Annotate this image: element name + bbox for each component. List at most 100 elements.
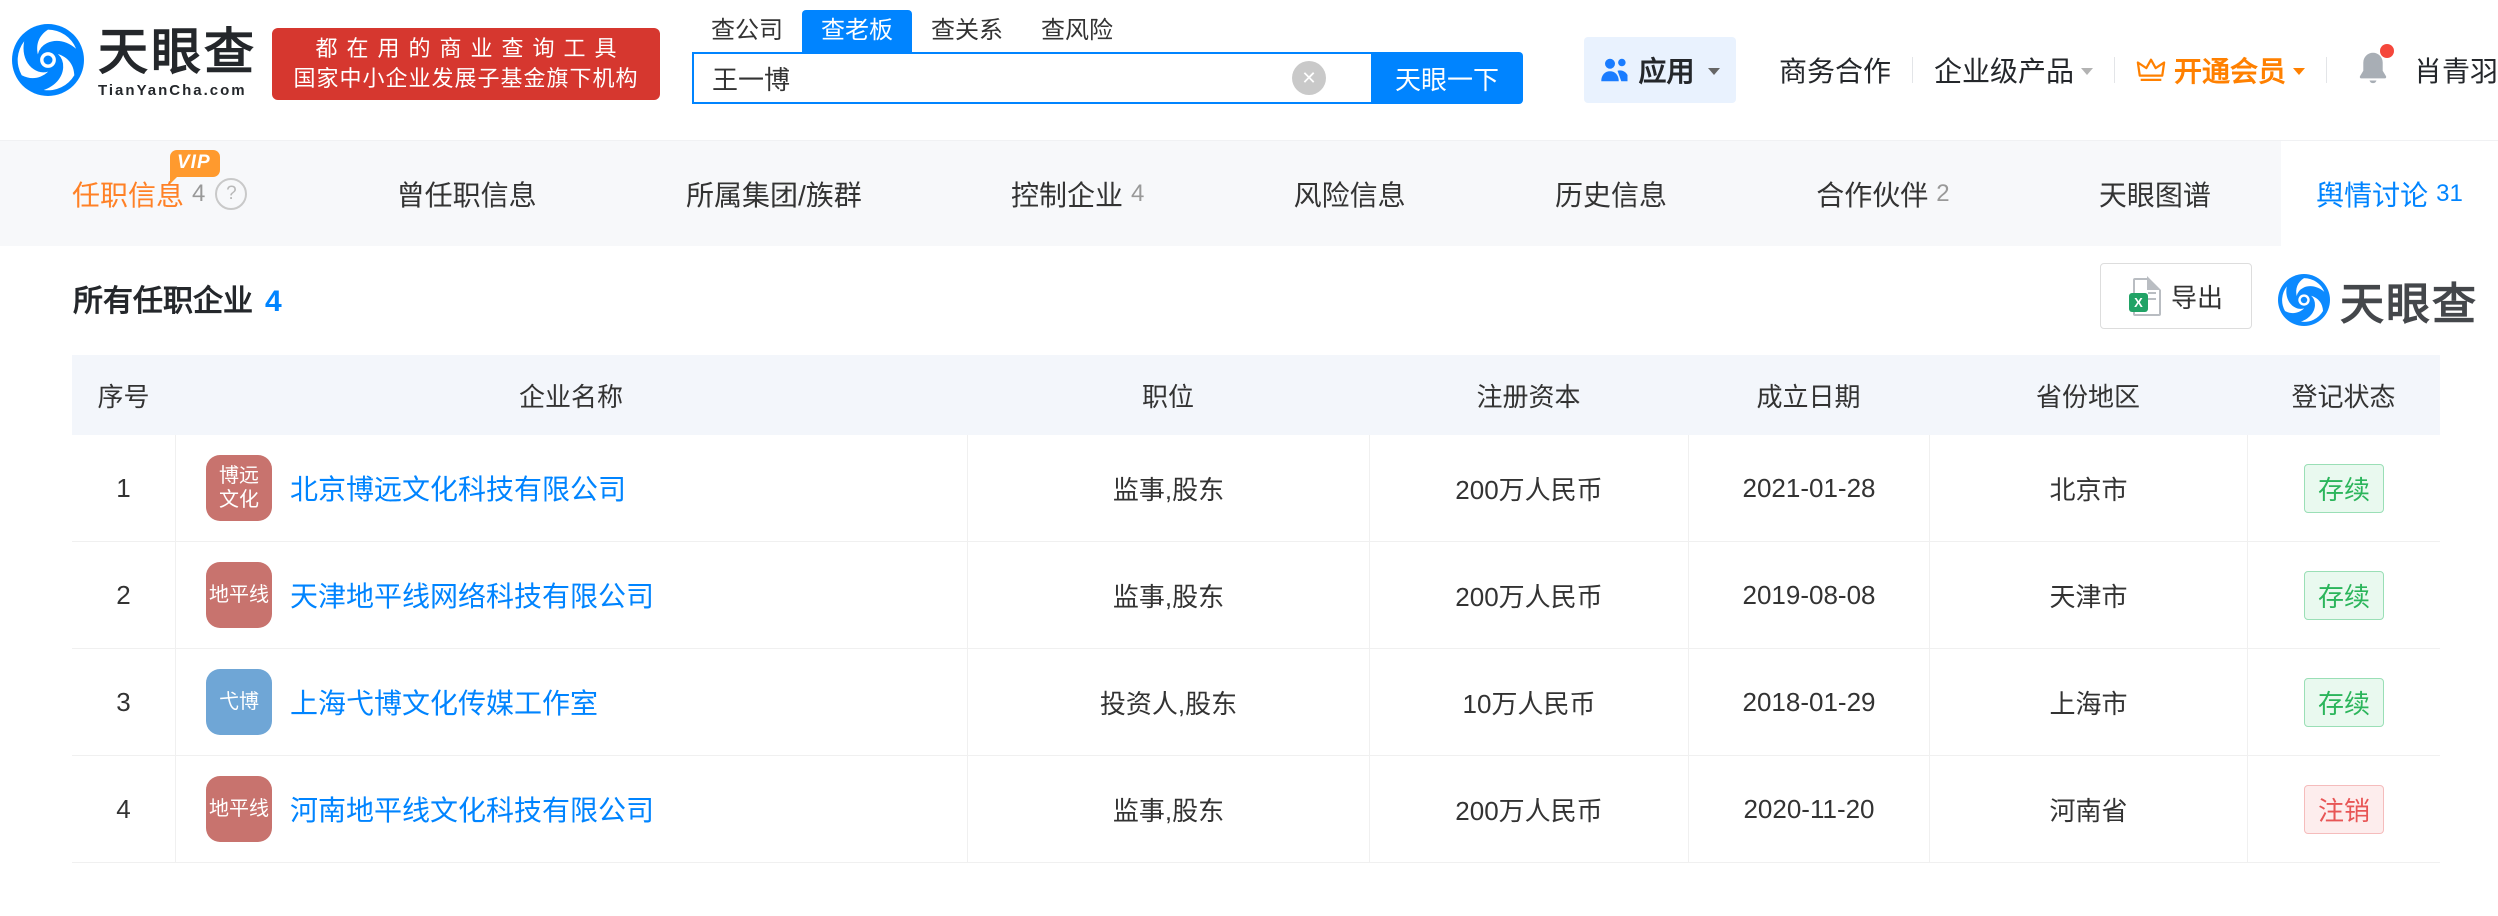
- tab-graph[interactable]: 天眼图谱: [2099, 141, 2211, 246]
- table-row: 1 博远 文化 北京博远文化科技有限公司 监事,股东 200万人民币 2021-0…: [72, 435, 2440, 542]
- promo-line1: 都在用的商业查询工具: [315, 36, 626, 61]
- company-avatar: 博远 文化: [206, 455, 272, 521]
- notifications-button[interactable]: [2356, 43, 2395, 91]
- company-link[interactable]: 河南地平线文化科技有限公司: [290, 789, 654, 829]
- tab-former-positions[interactable]: 曾任职信息: [397, 141, 537, 246]
- col-position: 职位: [1141, 381, 1194, 412]
- tab-positions-info[interactable]: VIP 任职信息 4 ?: [72, 141, 248, 246]
- tianyancha-swirl-icon: [2278, 274, 2330, 326]
- col-date: 成立日期: [1756, 381, 1861, 412]
- tab-label: 合作伙伴: [1816, 179, 1929, 211]
- search-bar: ✕ 天眼一下: [692, 52, 1523, 104]
- tab-history-info[interactable]: 历史信息: [1555, 141, 1667, 246]
- search-tab-relation[interactable]: 查关系: [912, 10, 1022, 52]
- clear-search-icon[interactable]: ✕: [1292, 61, 1326, 95]
- region-cell: 河南省: [1929, 756, 2247, 862]
- tab-label: 控制企业: [1011, 179, 1124, 211]
- company-link[interactable]: 北京博远文化科技有限公司: [290, 468, 626, 508]
- page-title-text: 所有任职企业: [73, 285, 253, 318]
- position-cell: 投资人,股东: [967, 649, 1369, 755]
- tab-count: 4: [192, 179, 206, 207]
- help-icon[interactable]: ?: [215, 177, 248, 210]
- top-header: 天眼查 TianYanCha.com 都在用的商业查询工具 国家中小企业发展子基…: [0, 0, 2498, 140]
- logo-brand-text: 天眼查: [98, 24, 257, 80]
- date-cell: 2019-08-08: [1688, 542, 1929, 648]
- company-avatar: 地平线: [206, 562, 272, 628]
- tab-label: 天眼图谱: [2098, 179, 2211, 211]
- enterprise-products-label: 企业级产品: [1934, 56, 2075, 87]
- row-index: 1: [116, 472, 131, 503]
- tab-count: 2: [1936, 179, 1950, 207]
- col-index: 序号: [97, 381, 150, 412]
- region-cell: 上海市: [1929, 649, 2247, 755]
- capital-cell: 200万人民币: [1369, 542, 1688, 648]
- divider: [1912, 57, 1914, 83]
- search-tab-risk[interactable]: 查风险: [1022, 10, 1132, 52]
- business-cooperation-link[interactable]: 商务合作: [1779, 50, 1891, 90]
- section-tabs-bar: VIP 任职信息 4 ? 曾任职信息 所属集团/族群 控制企业 4 风险信息 历…: [0, 140, 2498, 246]
- apps-label: 应用: [1638, 56, 1695, 87]
- watermark-text: 天眼查: [2340, 280, 2478, 329]
- status-badge: 存续: [2303, 677, 2384, 727]
- apps-menu[interactable]: 应用: [1584, 37, 1736, 103]
- tab-label: 历史信息: [1554, 179, 1667, 211]
- table-header-row: 序号 企业名称 职位 注册资本 成立日期 省份地区 登记状态: [72, 355, 2440, 435]
- tab-public-opinion[interactable]: 舆情讨论 31: [2281, 141, 2498, 246]
- table-row: 3 弋博 上海弋博文化传媒工作室 投资人,股东 10万人民币 2018-01-2…: [72, 649, 2440, 756]
- divider: [2326, 57, 2328, 83]
- divider: [2114, 57, 2116, 83]
- row-index: 2: [116, 579, 131, 610]
- search-type-tabs: 查公司 查老板 查关系 查风险: [692, 10, 1132, 52]
- col-status: 登记状态: [2291, 381, 2396, 412]
- search-input[interactable]: [692, 52, 1371, 104]
- position-cell: 监事,股东: [967, 756, 1369, 862]
- search-button[interactable]: 天眼一下: [1371, 52, 1523, 104]
- capital-cell: 200万人民币: [1369, 435, 1688, 541]
- page-title-count: 4: [265, 285, 282, 318]
- table-row: 4 地平线 河南地平线文化科技有限公司 监事,股东 200万人民币 2020-1…: [72, 756, 2440, 863]
- company-link[interactable]: 天津地平线网络科技有限公司: [290, 575, 654, 615]
- tianyancha-swirl-icon: [12, 24, 84, 96]
- table-row: 2 地平线 天津地平线网络科技有限公司 监事,股东 200万人民币 2019-0…: [72, 542, 2440, 649]
- apps-icon: [1601, 58, 1628, 82]
- date-cell: 2020-11-20: [1688, 756, 1929, 862]
- export-button[interactable]: X 导出: [2100, 263, 2252, 329]
- tianyancha-logo[interactable]: 天眼查 TianYanCha.com: [12, 24, 257, 99]
- username-label: 肖青羽: [2414, 56, 2498, 87]
- company-link[interactable]: 上海弋博文化传媒工作室: [290, 682, 598, 722]
- open-vip-menu[interactable]: 开通会员: [2136, 50, 2306, 90]
- region-cell: 天津市: [1929, 542, 2247, 648]
- capital-cell: 200万人民币: [1369, 756, 1688, 862]
- search-tab-company[interactable]: 查公司: [692, 10, 802, 52]
- enterprise-products-menu[interactable]: 企业级产品: [1934, 50, 2094, 90]
- page-title: 所有任职企业 4: [73, 276, 282, 320]
- tianyancha-page: 天眼查 TianYanCha.com 都在用的商业查询工具 国家中小企业发展子基…: [0, 0, 2498, 916]
- chevron-down-icon: [2081, 67, 2094, 81]
- search-tab-boss[interactable]: 查老板: [802, 10, 912, 52]
- header-right-nav: 应用 商务合作 企业级产品 开通会员 肖青羽: [1584, 0, 2498, 140]
- crown-icon: [2136, 58, 2166, 81]
- user-menu[interactable]: 肖青羽: [2414, 50, 2498, 90]
- date-cell: 2018-01-29: [1688, 649, 1929, 755]
- chevron-down-icon: [2293, 67, 2306, 81]
- tab-group-cluster[interactable]: 所属集团/族群: [686, 141, 862, 246]
- position-cell: 监事,股东: [967, 542, 1369, 648]
- tab-label: 所属集团/族群: [685, 179, 862, 211]
- promo-banner: 都在用的商业查询工具 国家中小企业发展子基金旗下机构: [272, 28, 660, 100]
- positions-table: 序号 企业名称 职位 注册资本 成立日期 省份地区 登记状态 1 博远 文化 北京…: [72, 355, 2440, 863]
- tab-partners[interactable]: 合作伙伴 2: [1816, 141, 1949, 246]
- col-company: 企业名称: [518, 381, 623, 412]
- tab-risk-info[interactable]: 风险信息: [1294, 141, 1406, 246]
- capital-cell: 10万人民币: [1369, 649, 1688, 755]
- status-badge: 存续: [2303, 570, 2384, 620]
- status-badge: 注销: [2303, 784, 2384, 834]
- tab-controlled-companies[interactable]: 控制企业 4: [1011, 141, 1144, 246]
- col-capital: 注册资本: [1476, 381, 1581, 412]
- row-index: 3: [116, 686, 131, 717]
- chevron-down-icon: [1707, 67, 1720, 81]
- notification-badge-dot: [2380, 43, 2395, 58]
- status-badge: 存续: [2303, 463, 2384, 513]
- tab-label: 风险信息: [1293, 179, 1406, 211]
- divider: [1757, 57, 1758, 83]
- tab-count: 31: [2436, 179, 2463, 207]
